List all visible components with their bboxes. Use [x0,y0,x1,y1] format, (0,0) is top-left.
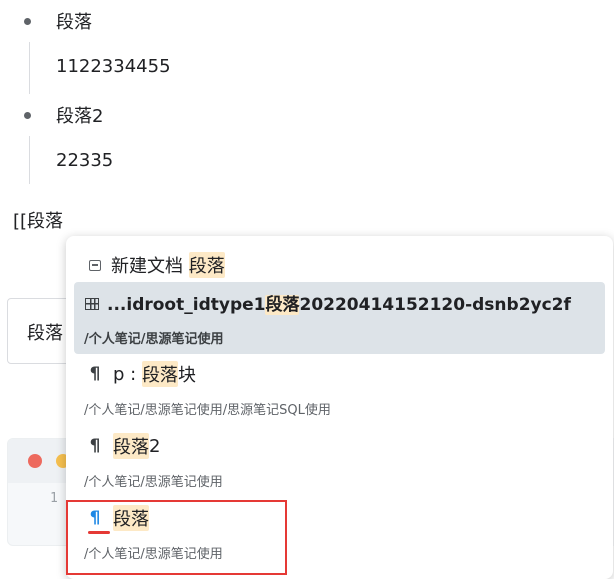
bullet-icon[interactable] [24,17,31,25]
background-block-text: 段落 [27,323,63,344]
close-dot-icon [28,454,42,468]
table-icon [85,298,99,310]
result-path: /个人笔记/思源笔记使用 [84,332,224,347]
search-result-item[interactable]: ¶ 段落 2 /个人笔记/思源笔记使用 [74,428,605,498]
search-result-item[interactable]: ¶ p : 段落 块 /个人笔记/思源笔记使用/思源笔记SQL使用 [74,356,605,426]
result-title: ...idroot_idtype1 [107,295,266,315]
result-path: /个人笔记/思源笔记使用/思源笔记SQL使用 [84,403,331,418]
result-path: /个人笔记/思源笔记使用 [84,475,223,490]
list-item-label: 段落 [56,12,92,33]
search-result-item[interactable]: ...idroot_idtype1段落20220414152120-dsnb2y… [74,282,605,354]
list-item[interactable]: 段落 [24,8,92,34]
list-item[interactable]: 段落2 [24,102,103,128]
annotation-underline [88,531,110,534]
keyword-highlight: 段落 [113,433,149,459]
guide-line [29,42,30,94]
result-title-suffix: 块 [177,365,196,386]
annotation-highlight-box [66,500,287,575]
keyword-highlight: 段落 [188,252,225,278]
list-item-label: 段落2 [56,106,104,127]
new-document-option[interactable]: 新建文档 段落 [74,244,605,284]
document-icon [89,259,101,271]
line-number: 1 [50,491,58,506]
bullet-icon[interactable] [24,111,31,119]
editor-input-text[interactable]: [[段落 [13,207,63,233]
paragraph-block[interactable]: 1122334455 [56,56,171,77]
guide-line [29,136,30,184]
paragraph-icon: ¶ [89,436,101,456]
keyword-highlight: 段落 [265,295,300,315]
new-document-label: 新建文档 [111,256,189,277]
result-title-suffix: 20220414152120-dsnb2yc2f [299,295,571,315]
paragraph-block[interactable]: 22335 [56,150,113,171]
result-title: p : [113,363,142,385]
paragraph-icon: ¶ [89,364,101,384]
keyword-highlight: 段落 [141,361,178,387]
result-title-suffix: 2 [149,435,161,457]
